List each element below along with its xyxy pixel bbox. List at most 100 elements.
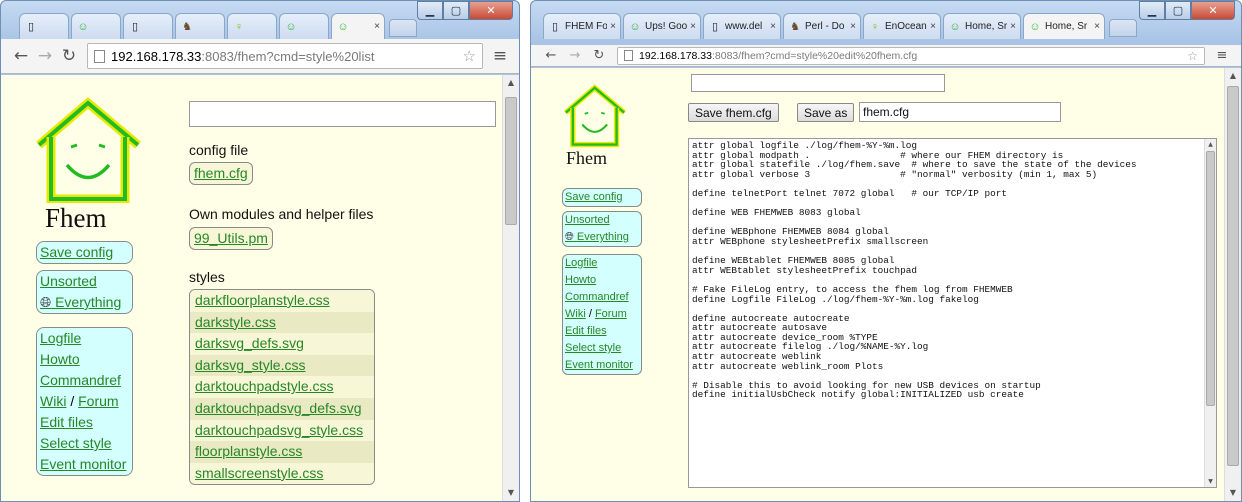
- scroll-up-icon[interactable]: ▲: [1225, 68, 1241, 84]
- menu-event-monitor[interactable]: Event monitor: [37, 454, 132, 475]
- menu-logfile[interactable]: Logfile: [37, 328, 132, 349]
- new-tab-button[interactable]: [1109, 19, 1137, 37]
- back-arrow-icon[interactable]: ←: [539, 48, 563, 63]
- scroll-thumb[interactable]: [1206, 151, 1215, 406]
- bookmark-star-icon[interactable]: ☆: [1187, 49, 1198, 63]
- tab-2[interactable]: ☺ Ups! Goo ×: [623, 13, 701, 39]
- page-icon: [94, 49, 105, 63]
- tab-4[interactable]: ♞: [175, 13, 225, 39]
- menu-save-config[interactable]: Save config: [563, 189, 641, 206]
- menu-edit-files[interactable]: Edit files: [563, 323, 641, 340]
- menu-wiki[interactable]: Wiki: [40, 393, 66, 409]
- menu-commandref[interactable]: Commandref: [37, 370, 132, 391]
- tab-close-icon[interactable]: ×: [687, 21, 696, 32]
- tab-close-icon[interactable]: ×: [371, 21, 380, 32]
- tab-close-icon[interactable]: ×: [1091, 21, 1100, 32]
- forward-arrow-icon[interactable]: →: [563, 48, 587, 63]
- menu-everything[interactable]: 🌐︎ Everything: [563, 229, 641, 246]
- url-host: 192.168.178.33: [639, 49, 712, 62]
- tab-1[interactable]: ▯: [19, 13, 69, 39]
- minimize-icon[interactable]: ▁: [1139, 1, 1165, 20]
- maximize-icon[interactable]: ▢: [1165, 1, 1191, 20]
- scroll-up-icon[interactable]: ▲: [1205, 139, 1216, 150]
- tab-label: FHEM Fo: [565, 21, 608, 32]
- tab-close-icon[interactable]: ×: [767, 21, 776, 32]
- window-controls: ▁ ▢ ✕: [1139, 1, 1235, 20]
- style-file-link[interactable]: darksvg_style.css: [190, 354, 374, 377]
- menu-select-style[interactable]: Select style: [37, 433, 132, 454]
- scroll-up-icon[interactable]: ▲: [503, 75, 519, 91]
- menu-howto[interactable]: Howto: [37, 349, 132, 370]
- menu-save-config[interactable]: Save config: [37, 242, 132, 263]
- tab-1[interactable]: ▯ FHEM Fo ×: [543, 13, 621, 39]
- menu-unsorted[interactable]: Unsorted: [37, 271, 132, 292]
- scroll-down-icon[interactable]: ▼: [1205, 476, 1216, 487]
- tab-2[interactable]: ☺: [71, 13, 121, 39]
- menu-forum[interactable]: Forum: [595, 308, 627, 320]
- minimize-icon[interactable]: ▁: [417, 1, 443, 20]
- menu-select-style[interactable]: Select style: [563, 340, 641, 357]
- style-file-link[interactable]: darkstyle.css: [190, 311, 374, 334]
- style-file-link[interactable]: floorplanstyle.css: [190, 441, 374, 463]
- menu-wiki[interactable]: Wiki: [565, 308, 586, 320]
- save-as-filename-input[interactable]: [859, 102, 1061, 122]
- menu-commandref[interactable]: Commandref: [563, 289, 641, 306]
- fhem-logo-icon: [563, 84, 626, 148]
- style-file-link[interactable]: smallscreenstyle.css: [190, 462, 374, 485]
- close-window-icon[interactable]: ✕: [1191, 1, 1235, 20]
- tab-7-active[interactable]: ☺ ×: [331, 13, 385, 39]
- close-window-icon[interactable]: ✕: [469, 1, 513, 20]
- maximize-icon[interactable]: ▢: [443, 1, 469, 20]
- tab-3[interactable]: ▯ www.del ×: [703, 13, 781, 39]
- back-arrow-icon[interactable]: ←: [9, 46, 33, 66]
- tab-6[interactable]: ☺ Home, Sr ×: [943, 13, 1021, 39]
- style-file-link[interactable]: darktouchpadsvg_defs.svg: [190, 397, 374, 420]
- tab-5[interactable]: ♀: [227, 13, 277, 39]
- tab-close-icon[interactable]: ×: [927, 21, 936, 32]
- forward-arrow-icon[interactable]: →: [33, 46, 57, 66]
- config-editor-textarea[interactable]: attr global logfile ./log/fhem-%Y-%m.log…: [688, 138, 1217, 488]
- scroll-thumb[interactable]: [505, 97, 517, 225]
- style-file-link[interactable]: darktouchpadsvg_style.css: [190, 419, 374, 442]
- tab-7-active[interactable]: ☺ Home, Sr ×: [1023, 13, 1105, 39]
- tab-6[interactable]: ☺: [279, 13, 329, 39]
- modules-file-link[interactable]: 99_Utils.pm: [190, 228, 272, 249]
- editor-scrollbar[interactable]: ▲ ▼: [1204, 139, 1216, 487]
- bookmark-star-icon[interactable]: ☆: [463, 47, 476, 65]
- style-file-link[interactable]: darktouchpadstyle.css: [190, 376, 374, 398]
- tab-5[interactable]: ♀ EnOcean ×: [863, 13, 941, 39]
- command-input[interactable]: [691, 74, 945, 92]
- config-file-link[interactable]: fhem.cfg: [190, 163, 252, 184]
- fhem-title: Fhem: [566, 148, 608, 168]
- tab-4[interactable]: ♞ Perl - Do ×: [783, 13, 861, 39]
- menu-edit-files[interactable]: Edit files: [37, 412, 132, 433]
- save-as-button[interactable]: Save as: [797, 103, 855, 122]
- hamburger-menu-icon[interactable]: ≡: [1211, 48, 1233, 63]
- tab-close-icon[interactable]: ×: [1007, 21, 1016, 32]
- menu-unsorted[interactable]: Unsorted: [563, 212, 641, 229]
- menu-everything[interactable]: 🌐︎ Everything: [37, 292, 132, 313]
- menu-everything-label: Everything: [55, 294, 122, 310]
- tab-3[interactable]: ▯: [123, 13, 173, 39]
- new-tab-button[interactable]: [389, 19, 417, 37]
- address-bar[interactable]: 192.168.178.33 :8083/fhem?cmd=style%20ed…: [617, 46, 1205, 65]
- scroll-down-icon[interactable]: ▼: [1225, 485, 1241, 501]
- reload-icon[interactable]: ↻: [587, 48, 611, 63]
- page-scrollbar[interactable]: ▲ ▼: [1224, 68, 1241, 501]
- menu-forum[interactable]: Forum: [78, 393, 118, 409]
- command-input[interactable]: [189, 101, 496, 127]
- menu-howto[interactable]: Howto: [563, 272, 641, 289]
- reload-icon[interactable]: ↻: [57, 46, 81, 66]
- address-bar[interactable]: 192.168.178.33 :8083/fhem?cmd=style%20li…: [87, 43, 483, 69]
- scroll-down-icon[interactable]: ▼: [503, 485, 519, 501]
- scroll-thumb[interactable]: [1227, 86, 1239, 466]
- tab-close-icon[interactable]: ×: [607, 21, 616, 32]
- save-fhem-cfg-button[interactable]: Save fhem.cfg: [688, 103, 779, 122]
- page-scrollbar[interactable]: ▲ ▼: [502, 75, 519, 501]
- style-file-link[interactable]: darksvg_defs.svg: [190, 333, 374, 355]
- style-file-link[interactable]: darkfloorplanstyle.css: [190, 290, 374, 312]
- menu-event-monitor[interactable]: Event monitor: [563, 357, 641, 374]
- hamburger-menu-icon[interactable]: ≡: [489, 46, 511, 66]
- menu-logfile[interactable]: Logfile: [563, 255, 641, 272]
- tab-close-icon[interactable]: ×: [847, 21, 856, 32]
